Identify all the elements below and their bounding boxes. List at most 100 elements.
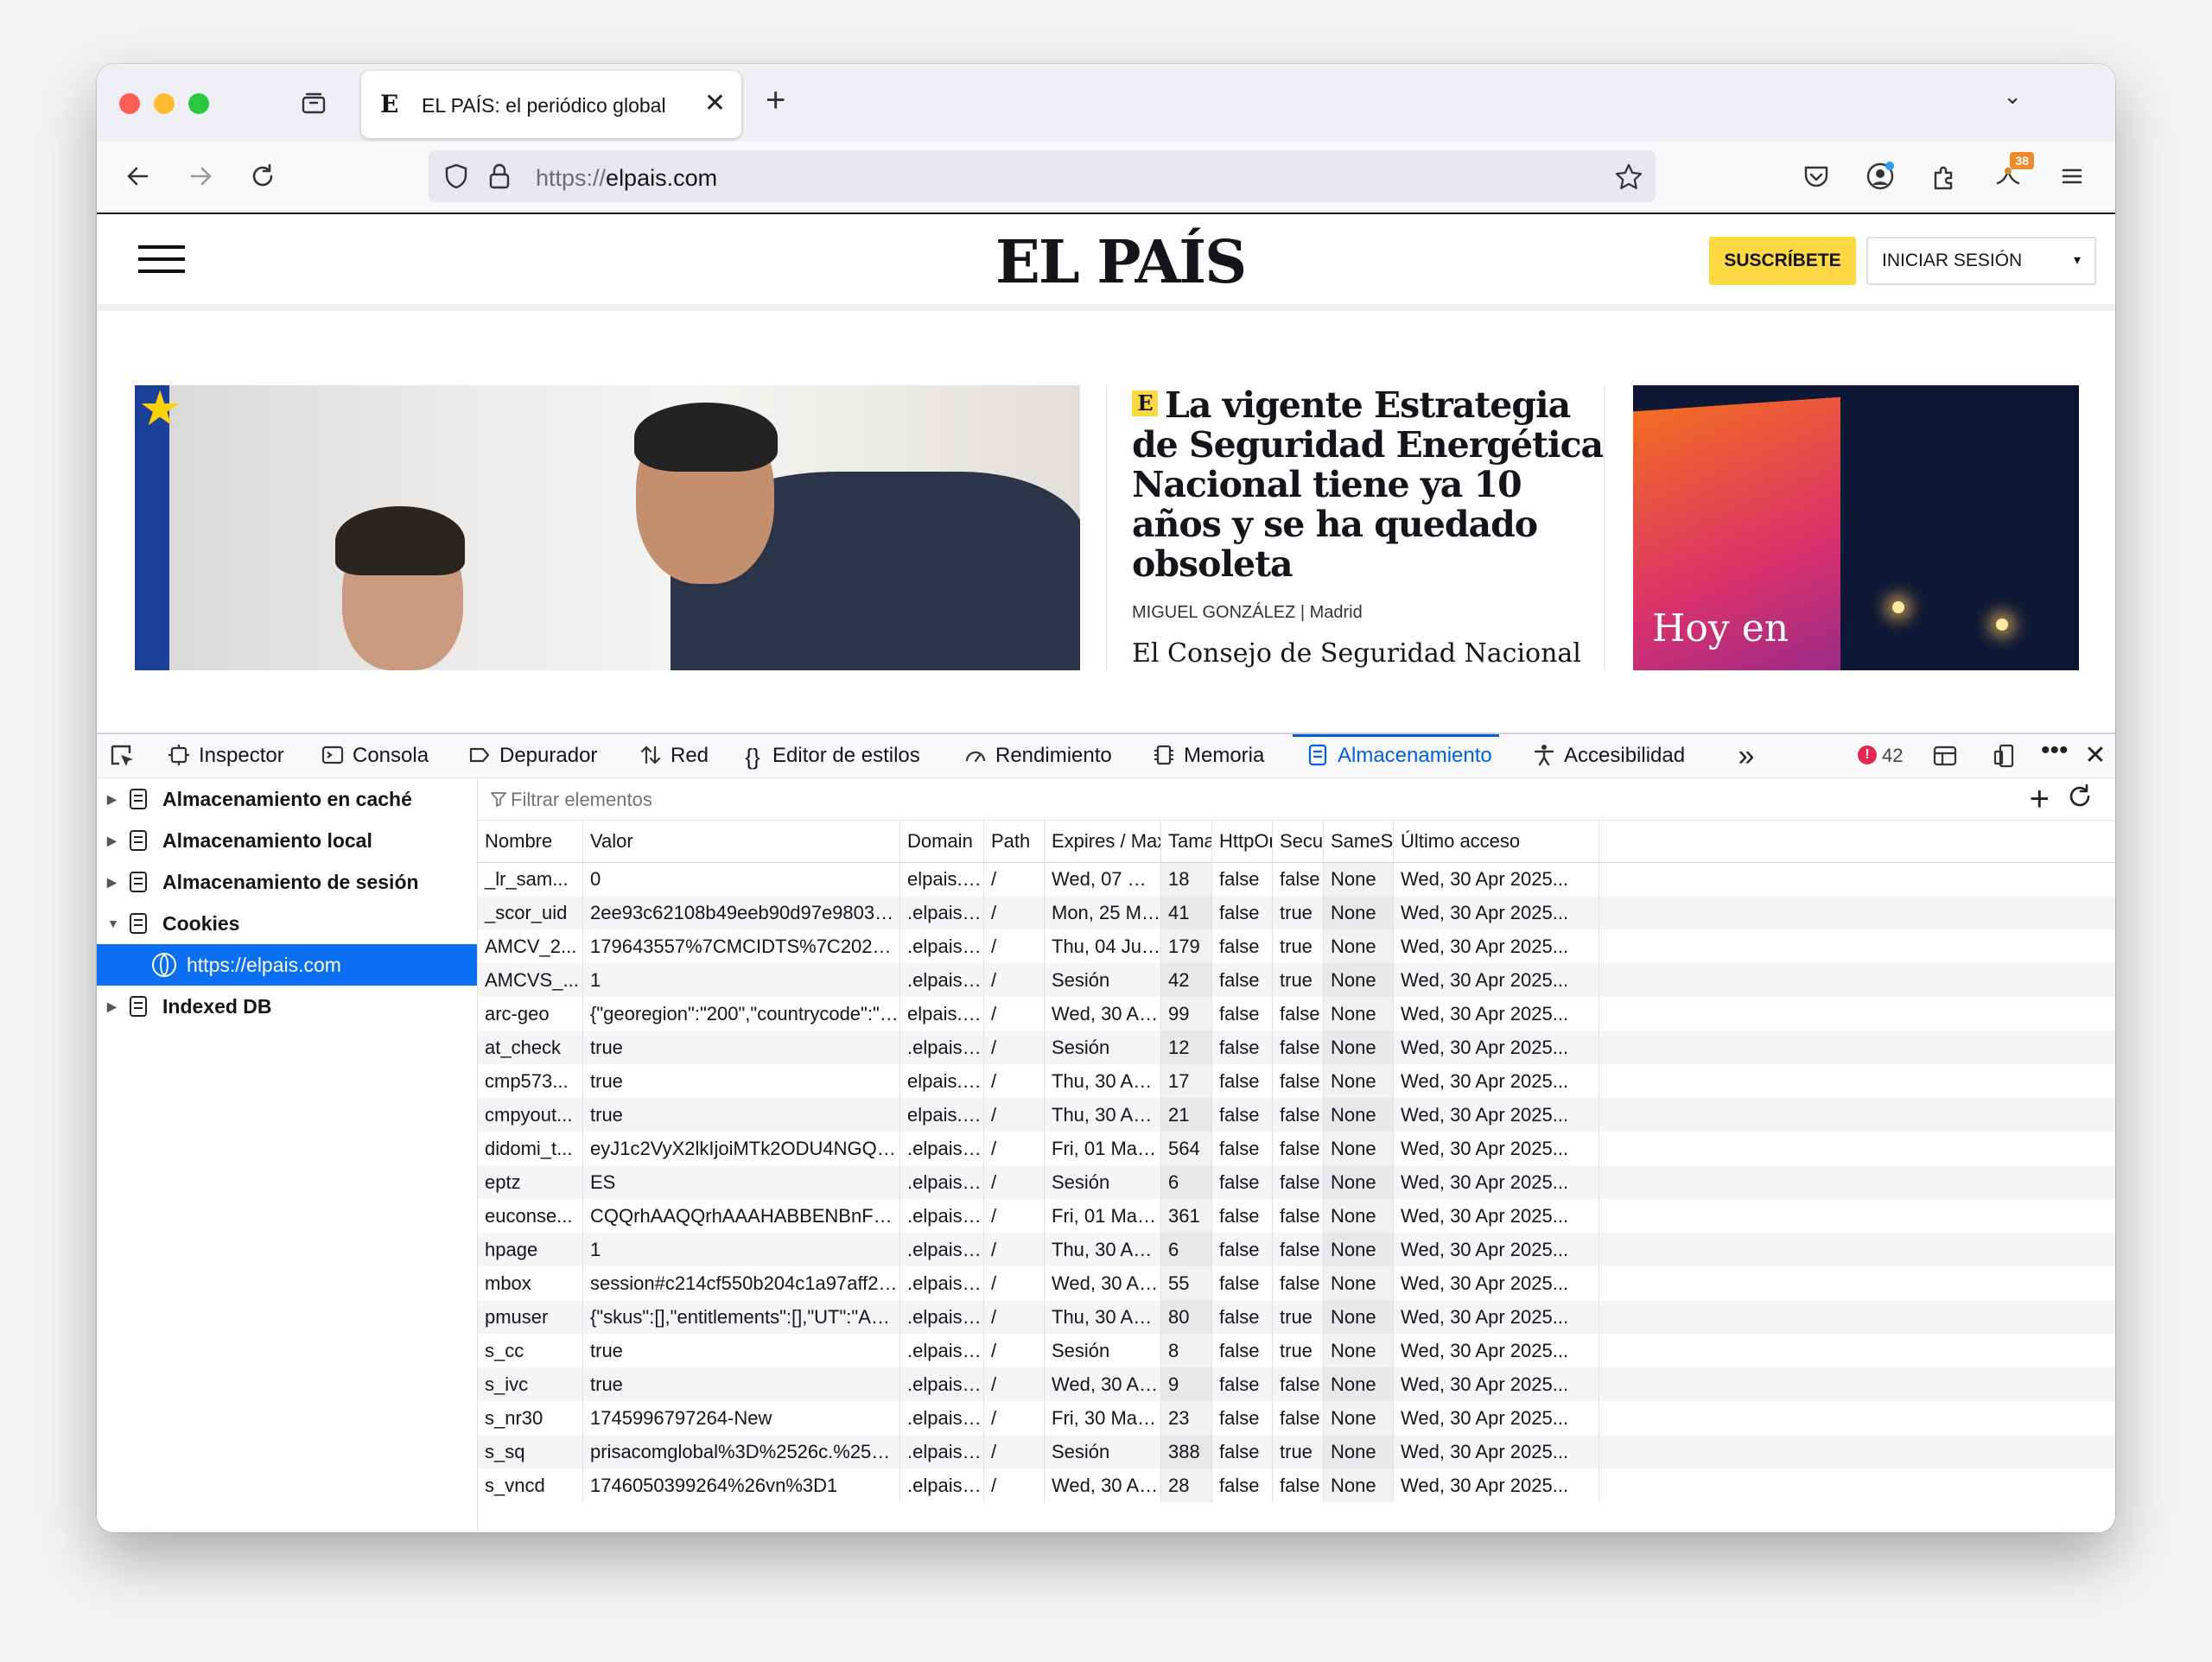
table-cell-tamano[interactable]: 8 (1161, 1334, 1212, 1367)
table-cell-ultimo-acceso[interactable]: Wed, 30 Apr 2025... (1394, 1435, 1599, 1469)
table-cell-expires[interactable]: Wed, 30 Apr 2025... (1045, 1266, 1161, 1300)
expand-arrow-icon[interactable]: ▶ (107, 778, 117, 820)
table-cell-path[interactable]: / (984, 1233, 1045, 1266)
responsive-mode-icon[interactable] (1993, 743, 2018, 769)
table-cell-domain[interactable]: .elpais.com (900, 1469, 984, 1502)
table-cell-expires[interactable]: Fri, 01 May 2026 ... (1045, 1132, 1161, 1165)
table-cell-samesite[interactable]: None (1324, 1031, 1394, 1064)
table-cell-samesite[interactable]: None (1324, 1435, 1394, 1469)
table-cell-samesite[interactable]: None (1324, 896, 1394, 929)
extensions-icon[interactable] (1929, 161, 1960, 192)
table-cell-domain[interactable]: .elpais.com (900, 896, 984, 929)
firefox-view-icon[interactable] (301, 90, 327, 116)
tab-console[interactable]: Consola (321, 734, 429, 777)
table-cell-path[interactable]: / (984, 896, 1045, 929)
table-cell-samesite[interactable]: None (1324, 1165, 1394, 1199)
table-row[interactable]: s_ivctrue.elpais.com/Wed, 30 Apr 2025...… (478, 1367, 2115, 1401)
expand-arrow-icon[interactable]: ▶ (107, 820, 117, 861)
table-cell-samesite[interactable]: None (1324, 963, 1394, 997)
table-cell-valor[interactable]: true (583, 1367, 900, 1401)
table-cell-tamano[interactable]: 42 (1161, 963, 1212, 997)
table-row[interactable]: s_cctrue.elpais.com/Sesión8falsetrueNone… (478, 1334, 2115, 1367)
table-cell-ultimo-acceso[interactable]: Wed, 30 Apr 2025... (1394, 896, 1599, 929)
table-cell-path[interactable]: / (984, 1132, 1045, 1165)
table-cell-samesite[interactable]: None (1324, 1199, 1394, 1233)
promo-image[interactable]: Hoy en (1633, 385, 2079, 670)
table-cell-nombre[interactable]: _lr_sam... (478, 862, 583, 896)
table-cell-path[interactable]: / (984, 1469, 1045, 1502)
table-cell-secure[interactable]: false (1273, 1199, 1324, 1233)
table-cell-httponly[interactable]: false (1212, 1064, 1273, 1098)
tab-memory[interactable]: Memoria (1153, 734, 1264, 777)
table-cell-path[interactable]: / (984, 1199, 1045, 1233)
table-cell-ultimo-acceso[interactable]: Wed, 30 Apr 2025... (1394, 1300, 1599, 1334)
table-cell-expires[interactable]: Sesión (1045, 1334, 1161, 1367)
menu-icon[interactable] (2056, 161, 2088, 192)
table-row[interactable]: arc-geo {"georegion":"200","countrycode":… (478, 997, 2115, 1031)
column-header-domain[interactable]: Domain (900, 821, 984, 862)
table-cell-httponly[interactable]: false (1212, 1031, 1273, 1064)
close-window-button[interactable] (119, 93, 140, 114)
hero-photo[interactable] (135, 385, 1080, 670)
table-cell-samesite[interactable]: None (1324, 1367, 1394, 1401)
table-cell-valor[interactable]: true (583, 1098, 900, 1132)
table-cell-secure[interactable]: true (1273, 929, 1324, 963)
table-cell-expires[interactable]: Thu, 30 Apr 2026 ... (1045, 1064, 1161, 1098)
table-cell-tamano[interactable]: 9 (1161, 1367, 1212, 1401)
table-row[interactable]: _lr_sam...0elpais.com/Wed, 07 May 202...… (478, 862, 2115, 896)
table-cell-httponly[interactable]: false (1212, 1435, 1273, 1469)
table-row[interactable]: s_vncd1746050399264%26vn%3D1.elpais.com/… (478, 1469, 2115, 1502)
table-cell-path[interactable]: / (984, 1064, 1045, 1098)
table-cell-valor[interactable]: {"skus":[],"entitlements":[],"UT":"ANONY… (583, 1300, 900, 1334)
table-cell-valor[interactable]: 1745996797264-New (583, 1401, 900, 1435)
table-cell-valor[interactable]: session#c214cf550b204c1a97aff207b0fb94b0… (583, 1266, 900, 1300)
table-cell-tamano[interactable]: 41 (1161, 896, 1212, 929)
table-cell-secure[interactable]: false (1273, 1098, 1324, 1132)
table-cell-path[interactable]: / (984, 1165, 1045, 1199)
table-cell-tamano[interactable]: 564 (1161, 1132, 1212, 1165)
table-cell-nombre[interactable]: arc-geo (478, 997, 583, 1031)
tree-item-session-storage[interactable]: ▶ Almacenamiento de sesión (97, 861, 477, 903)
table-cell-tamano[interactable]: 17 (1161, 1064, 1212, 1098)
refresh-icon[interactable] (2065, 782, 2094, 811)
table-cell-secure[interactable]: true (1273, 1334, 1324, 1367)
table-cell-httponly[interactable]: false (1212, 1199, 1273, 1233)
table-cell-ultimo-acceso[interactable]: Wed, 30 Apr 2025... (1394, 1165, 1599, 1199)
article-author[interactable]: MIGUEL GONZÁLEZ (1132, 603, 1295, 622)
element-picker-icon[interactable] (109, 743, 137, 771)
table-cell-samesite[interactable]: None (1324, 1064, 1394, 1098)
filter-input[interactable]: Filtrar elementos (511, 789, 652, 811)
table-cell-domain[interactable]: elpais.com (900, 1064, 984, 1098)
table-cell-domain[interactable]: .elpais.com (900, 1199, 984, 1233)
table-cell-ultimo-acceso[interactable]: Wed, 30 Apr 2025... (1394, 1199, 1599, 1233)
table-cell-samesite[interactable]: None (1324, 929, 1394, 963)
table-cell-domain[interactable]: elpais.com (900, 1098, 984, 1132)
table-cell-ultimo-acceso[interactable]: Wed, 30 Apr 2025... (1394, 1401, 1599, 1435)
table-cell-path[interactable]: / (984, 1031, 1045, 1064)
table-cell-path[interactable]: / (984, 862, 1045, 896)
site-logo[interactable]: EL PAÍS (995, 228, 1247, 297)
table-cell-tamano[interactable]: 55 (1161, 1266, 1212, 1300)
more-options-icon[interactable]: ••• (2041, 738, 2069, 764)
table-cell-path[interactable]: / (984, 1367, 1045, 1401)
table-row[interactable]: didomi_t... eyJ1c2VyX2lkIjoiMTk2ODU4NGQtN… (478, 1132, 2115, 1165)
tree-item-indexed-db[interactable]: ▶ Indexed DB (97, 986, 477, 1027)
table-cell-path[interactable]: / (984, 1334, 1045, 1367)
table-cell-tamano[interactable]: 28 (1161, 1469, 1212, 1502)
table-cell-samesite[interactable]: None (1324, 862, 1394, 896)
table-row[interactable]: eptzES.elpais.com/Sesión6falsefalseNoneW… (478, 1165, 2115, 1199)
table-cell-tamano[interactable]: 18 (1161, 862, 1212, 896)
tab-list-chevron-icon[interactable]: ⌄ (2003, 83, 2022, 110)
table-cell-secure[interactable]: false (1273, 862, 1324, 896)
table-cell-valor[interactable]: prisacomglobal%3D%2526c.%2526a.%2526acti… (583, 1435, 900, 1469)
table-cell-secure[interactable]: true (1273, 896, 1324, 929)
table-cell-path[interactable]: / (984, 963, 1045, 997)
table-cell-httponly[interactable]: false (1212, 1233, 1273, 1266)
tab-debugger[interactable]: Depurador (468, 734, 597, 777)
table-cell-httponly[interactable]: false (1212, 1469, 1273, 1502)
tab-storage[interactable]: Almacenamiento (1293, 734, 1499, 777)
table-cell-samesite[interactable]: None (1324, 997, 1394, 1031)
table-cell-valor[interactable]: 0 (583, 862, 900, 896)
table-cell-samesite[interactable]: None (1324, 1334, 1394, 1367)
article-headline[interactable]: E La vigente Estrategia de Seguridad Ener… (1132, 385, 1616, 584)
